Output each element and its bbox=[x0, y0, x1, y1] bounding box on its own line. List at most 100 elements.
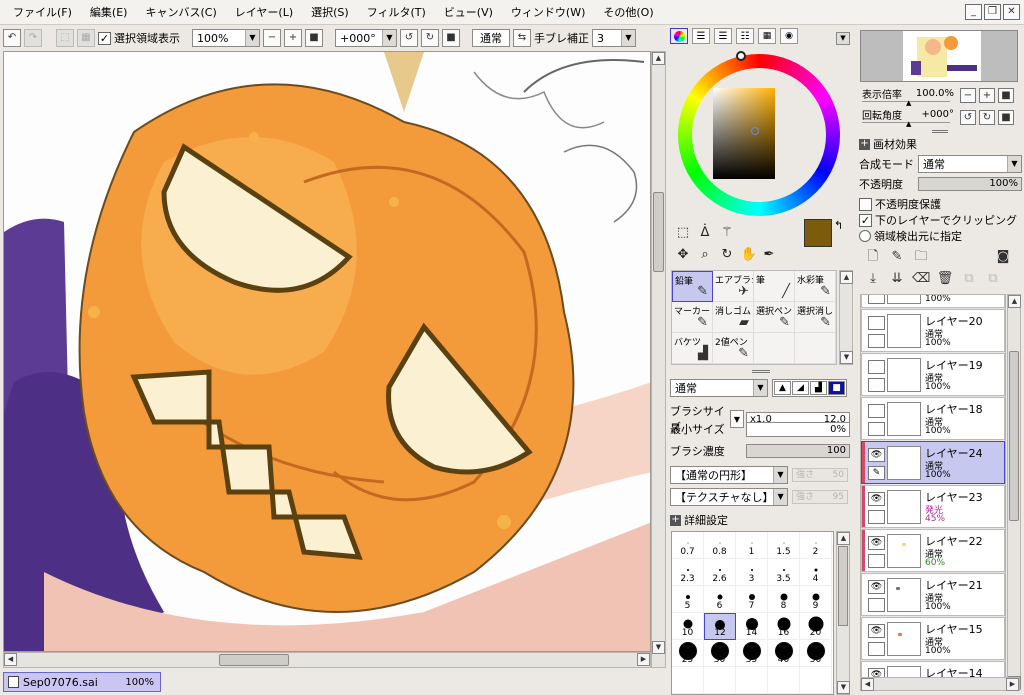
scroll-left-arrow[interactable]: ◀ bbox=[861, 678, 874, 691]
brush-texture-select[interactable]: 【テクスチャなし】 ▼ bbox=[670, 488, 788, 506]
layer-visibility-toggle[interactable]: 👁 bbox=[868, 624, 885, 638]
layer-row[interactable]: 100% bbox=[861, 295, 1005, 308]
brush-size-preset[interactable]: 40 bbox=[768, 640, 800, 667]
brush-edge-medium-button[interactable]: ◢ bbox=[792, 381, 809, 395]
new-layer-icon[interactable]: 🗋 bbox=[864, 248, 882, 266]
panel-collapse-button[interactable]: ▼ bbox=[836, 32, 850, 45]
zoom-in-button[interactable]: + bbox=[284, 29, 302, 47]
brush-size-preset[interactable]: 16 bbox=[768, 613, 800, 640]
scroll-down-arrow[interactable]: ▼ bbox=[840, 351, 853, 364]
scroll-right-arrow[interactable]: ▶ bbox=[1006, 678, 1019, 691]
brush-tool-6[interactable]: 選択ペン ✎ bbox=[754, 302, 795, 333]
navigator-zoom-slider[interactable]: ▲ bbox=[862, 99, 950, 107]
layer-visibility-toggle[interactable] bbox=[868, 316, 885, 330]
brush-size-preset[interactable]: 2.6 bbox=[704, 559, 736, 586]
brush-size-preset[interactable]: 7 bbox=[736, 586, 768, 613]
canvas-vertical-scrollbar[interactable]: ▲ ▼ bbox=[651, 51, 666, 668]
layer-lock-toggle[interactable] bbox=[868, 510, 885, 524]
brush-size-preset[interactable]: 20 bbox=[800, 613, 832, 640]
brush-size-preset[interactable]: 2.3 bbox=[672, 559, 704, 586]
stabilizer-select[interactable]: 3 ▼ bbox=[592, 29, 636, 47]
menu-item-5[interactable]: フィルタ(T) bbox=[360, 4, 437, 20]
magic-wand-icon[interactable]: ⚚ bbox=[717, 223, 737, 243]
layer-opacity-slider[interactable]: 100% bbox=[918, 177, 1022, 191]
brush-size-preset[interactable]: 10 bbox=[672, 613, 704, 640]
size-grid-scroll-thumb[interactable] bbox=[838, 546, 848, 626]
layer-lock-toggle[interactable] bbox=[868, 642, 885, 656]
brush-grid-scrollbar[interactable]: ▲ ▼ bbox=[839, 270, 853, 365]
paper-effects-toggle[interactable]: + 画材効果 bbox=[859, 136, 917, 152]
layer-lock-toggle[interactable] bbox=[868, 554, 885, 568]
layer-list-scrollbar[interactable]: ▲ ▼ bbox=[1007, 294, 1021, 690]
brush-size-preset[interactable]: 35 bbox=[736, 640, 768, 667]
min-size-field[interactable]: 0% bbox=[746, 421, 850, 437]
horizontal-scroll-thumb[interactable] bbox=[219, 654, 289, 666]
layer-blend-select[interactable]: 通常 ▼ bbox=[918, 155, 1022, 173]
zoom-reset-button[interactable]: ■ bbox=[305, 29, 323, 47]
redo-button[interactable]: ↷ bbox=[24, 29, 42, 47]
scratchpad-tab[interactable]: ◉ bbox=[780, 28, 798, 44]
zoom-icon[interactable]: ⌕ bbox=[695, 245, 715, 265]
restore-button[interactable]: ❐ bbox=[984, 4, 1001, 20]
minimize-button[interactable]: _ bbox=[965, 4, 982, 20]
navigator-zoom-out-button[interactable]: − bbox=[960, 88, 976, 103]
brush-edge-soft-button[interactable]: ▟ bbox=[810, 381, 827, 395]
close-button[interactable]: ✕ bbox=[1003, 4, 1020, 20]
menu-item-6[interactable]: ビュー(V) bbox=[437, 4, 504, 20]
layer-row[interactable]: 👁 レイヤー23 発光 45% bbox=[861, 485, 1005, 528]
layer-row[interactable]: レイヤー19 通常 100% bbox=[861, 353, 1005, 396]
brush-size-preset[interactable]: 14 bbox=[736, 613, 768, 640]
size-grid-scrollbar[interactable]: ▲ ▼ bbox=[836, 531, 850, 695]
document-tab[interactable]: Sep07076.sai 100% bbox=[3, 672, 161, 692]
hsv-slider-tab[interactable]: ☰ bbox=[714, 28, 732, 44]
brush-size-preset[interactable]: 3 bbox=[736, 559, 768, 586]
zoom-select[interactable]: 100% ▼ bbox=[192, 29, 260, 47]
color-wheel-tab[interactable] bbox=[670, 28, 688, 44]
eyedropper-icon[interactable]: ✒ bbox=[759, 245, 779, 265]
brush-size-preset[interactable]: 4 bbox=[800, 559, 832, 586]
layer-lock-toggle[interactable] bbox=[868, 598, 885, 612]
brush-size-preset[interactable]: 0.8 bbox=[704, 532, 736, 559]
hue-marker[interactable] bbox=[736, 51, 746, 61]
brush-size-preset[interactable]: 3.5 bbox=[768, 559, 800, 586]
scroll-right-arrow[interactable]: ▶ bbox=[637, 653, 650, 666]
brush-tool-7[interactable]: 選択消し ✎ bbox=[795, 302, 836, 333]
scroll-up-arrow[interactable]: ▲ bbox=[1008, 295, 1021, 308]
brush-edge-flat-button[interactable]: ■ bbox=[828, 381, 845, 395]
layer-row[interactable]: 👁 レイヤー21 通常 100% bbox=[861, 573, 1005, 616]
new-mask-icon[interactable]: ◙ bbox=[994, 248, 1012, 266]
menu-item-8[interactable]: その他(O) bbox=[596, 4, 664, 20]
layer-visibility-toggle[interactable]: 👁 bbox=[868, 580, 885, 594]
layer-visibility-toggle[interactable]: 👁 bbox=[868, 448, 885, 462]
brush-size-preset[interactable]: 0.7 bbox=[672, 532, 704, 559]
layer-lock-toggle[interactable] bbox=[868, 378, 885, 392]
brush-shape-select[interactable]: 【通常の円形】 ▼ bbox=[670, 466, 788, 484]
brush-edge-hard-button[interactable]: ▲ bbox=[774, 381, 791, 395]
rotate-left-button[interactable]: ↺ bbox=[400, 29, 418, 47]
menu-item-2[interactable]: キャンバス(C) bbox=[138, 4, 227, 20]
palette-tab[interactable]: ▦ bbox=[758, 28, 776, 44]
advanced-settings-toggle[interactable]: + 詳細設定 bbox=[670, 512, 728, 528]
navigator-rotate-slider[interactable]: ▲ bbox=[862, 120, 950, 128]
new-linework-layer-icon[interactable]: ✎ bbox=[888, 248, 906, 266]
undo-button[interactable]: ↶ bbox=[3, 29, 21, 47]
brush-size-preset[interactable]: 12 bbox=[704, 613, 736, 640]
brush-density-slider[interactable]: 100 bbox=[746, 444, 850, 458]
layer-visibility-toggle[interactable] bbox=[868, 404, 885, 418]
navigator-rotate-left-button[interactable]: ↺ bbox=[960, 110, 976, 125]
menu-item-3[interactable]: レイヤー(L) bbox=[228, 4, 304, 20]
brush-blend-select[interactable]: 通常 ▼ bbox=[670, 379, 768, 397]
layer-row[interactable]: 👁 ✎ レイヤー24 通常 100% bbox=[861, 441, 1005, 484]
invert-selection-button[interactable]: ▦ bbox=[77, 29, 95, 47]
brush-tool-2[interactable]: 筆 ╱ bbox=[754, 271, 795, 302]
layer-lock-toggle[interactable] bbox=[868, 422, 885, 436]
scroll-up-arrow[interactable]: ▲ bbox=[837, 532, 850, 545]
selection-display-checkbox[interactable]: ✓ bbox=[98, 31, 111, 45]
new-folder-icon[interactable]: 🗀 bbox=[912, 248, 930, 266]
brush-tool-4[interactable]: マーカー ✎ bbox=[672, 302, 713, 333]
brush-tool-5[interactable]: 消しゴム ▰ bbox=[713, 302, 754, 333]
merge-down-icon[interactable]: ⇊ bbox=[888, 270, 906, 288]
brush-size-preset[interactable]: 50 bbox=[800, 640, 832, 667]
hand-icon[interactable]: ✋ bbox=[739, 245, 759, 265]
navigator-rotate-reset-button[interactable]: ■ bbox=[998, 110, 1014, 125]
